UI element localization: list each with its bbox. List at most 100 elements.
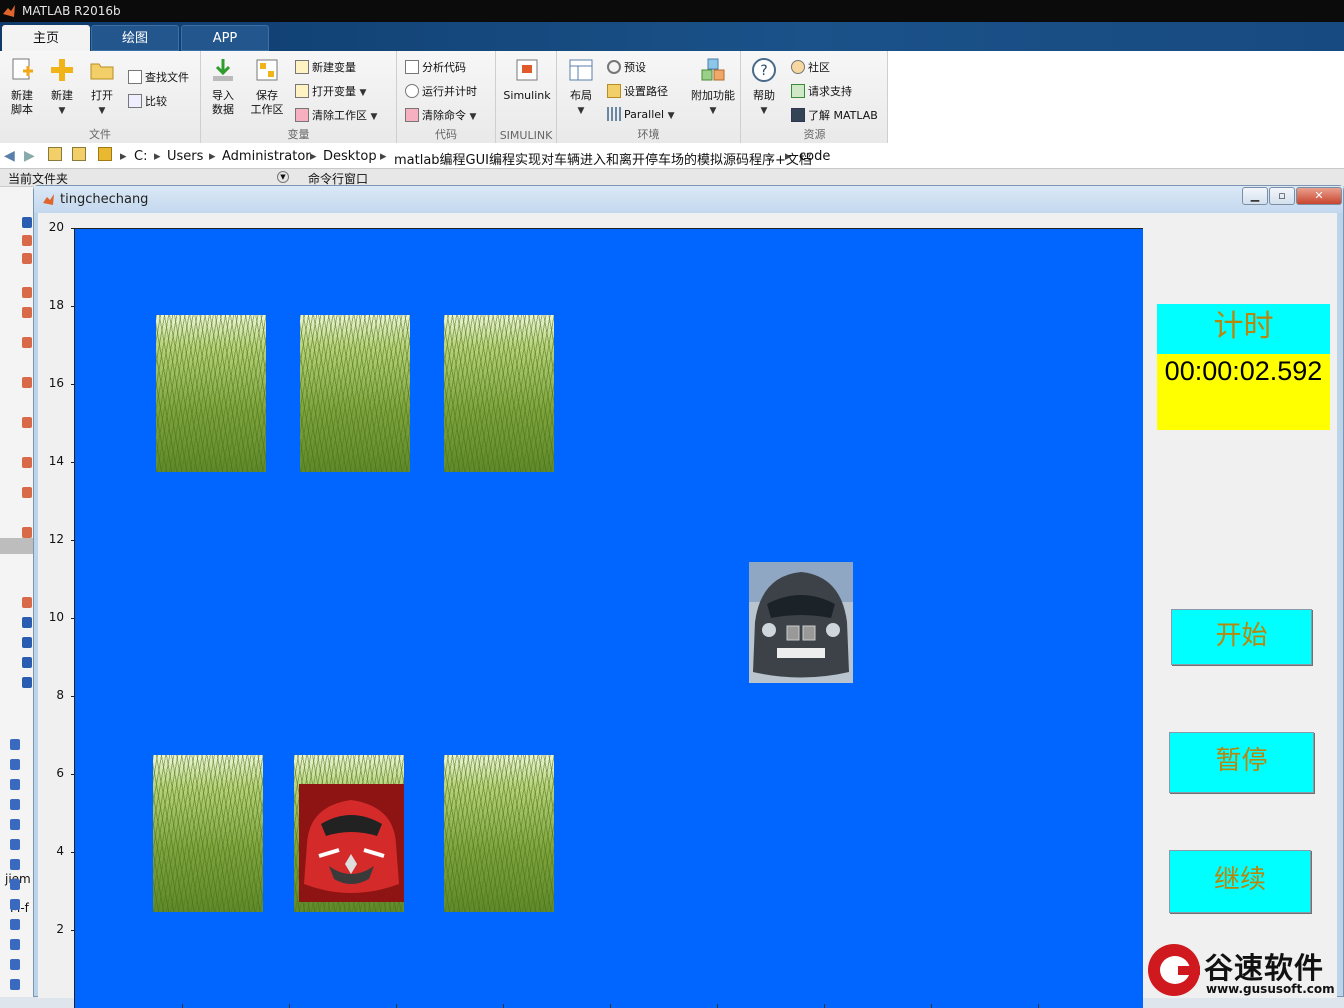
close-button[interactable]: ✕	[1296, 187, 1342, 205]
save-workspace-button[interactable]: 保存 工作区	[245, 57, 289, 117]
figure-window: tingchechang ▁ ▫ ✕ 20 18 16 14 12 10 8 6 4 2	[33, 185, 1344, 1008]
section-environment-label: 环境	[637, 128, 660, 141]
compare-button[interactable]: 比较	[128, 93, 167, 109]
function-icon[interactable]	[10, 739, 20, 750]
community-button[interactable]: 社区	[791, 59, 830, 75]
run-and-time-button[interactable]: 运行并计时	[405, 83, 477, 99]
figure-title-bar[interactable]: tingchechang ▁ ▫ ✕	[34, 186, 1343, 213]
figure-title: tingchechang	[60, 192, 149, 207]
function-icon[interactable]	[10, 819, 20, 830]
timer-label: 计时	[1157, 304, 1330, 354]
x-tick-mark	[610, 1004, 611, 1008]
new-variable-button[interactable]: 新建变量	[295, 59, 356, 75]
crumb-sep-icon: ▸	[209, 149, 216, 164]
file-icon[interactable]	[22, 597, 32, 608]
watermark: 谷速软件 www.gususoft.com	[1144, 942, 1344, 997]
function-icon[interactable]	[10, 859, 20, 870]
file-icon[interactable]	[22, 337, 32, 348]
file-icon[interactable]	[22, 657, 32, 668]
import-data-button[interactable]: 导入 数据	[205, 57, 241, 117]
file-icon[interactable]	[22, 307, 32, 318]
new-button[interactable]: 新建 ▼	[44, 57, 80, 118]
file-icon[interactable]	[22, 677, 32, 688]
ribbon-tabs: 主页 绘图 APP	[0, 22, 1344, 51]
file-icon[interactable]	[22, 617, 32, 628]
x-tick-mark	[503, 1004, 504, 1008]
analyze-code-button[interactable]: 分析代码	[405, 59, 466, 75]
function-icon[interactable]	[10, 779, 20, 790]
function-icon[interactable]	[10, 899, 20, 910]
selected-file-row[interactable]	[0, 538, 34, 554]
crumb-users[interactable]: Users	[167, 149, 203, 164]
tab-apps[interactable]: APP	[181, 25, 269, 51]
layout-button[interactable]: 布局 ▼	[563, 57, 599, 118]
pause-button[interactable]: 暂停	[1169, 732, 1314, 793]
function-icon[interactable]	[10, 919, 20, 930]
maximize-button[interactable]: ▫	[1269, 187, 1295, 205]
find-files-button[interactable]: 查找文件	[128, 69, 189, 85]
file-icon[interactable]	[22, 253, 32, 264]
function-icon[interactable]	[10, 879, 20, 890]
parking-space-image	[156, 315, 266, 472]
function-icon[interactable]	[10, 759, 20, 770]
file-icon[interactable]	[22, 527, 32, 538]
file-icon[interactable]	[22, 287, 32, 298]
x-tick-mark	[1038, 1004, 1039, 1008]
browse-folder-icon[interactable]	[72, 147, 86, 161]
crumb-project-folder[interactable]: matlab编程GUI编程实现对车辆进入和离开停车场的模拟源码程序+文档	[394, 149, 812, 168]
request-support-button[interactable]: 请求支持	[791, 83, 852, 99]
minimize-button[interactable]: ▁	[1242, 187, 1268, 205]
tab-home[interactable]: 主页	[2, 25, 90, 51]
preferences-button[interactable]: 预设	[607, 59, 646, 75]
tab-plots[interactable]: 绘图	[91, 25, 179, 51]
file-icon[interactable]	[22, 457, 32, 468]
parallel-icon	[607, 107, 621, 121]
panel-menu-icon[interactable]: ▼	[277, 171, 289, 183]
set-path-button[interactable]: 设置路径	[607, 83, 668, 99]
open-variable-button[interactable]: 打开变量 ▼	[295, 83, 366, 99]
clear-commands-button[interactable]: 清除命令 ▼	[405, 107, 476, 123]
open-button[interactable]: 打开 ▼	[84, 57, 120, 118]
current-folder-panel: jiem M-f	[0, 187, 34, 997]
crumb-code[interactable]: code	[799, 149, 830, 164]
parking-space-image	[444, 315, 554, 472]
learn-matlab-button[interactable]: 了解 MATLAB	[791, 107, 878, 123]
file-icon[interactable]	[22, 637, 32, 648]
start-button[interactable]: 开始	[1171, 609, 1312, 665]
app-title: MATLAB R2016b	[22, 4, 121, 18]
function-icon[interactable]	[10, 979, 20, 990]
y-tick-label: 20	[48, 220, 64, 234]
addons-button[interactable]: 附加功能 ▼	[687, 57, 739, 118]
parallel-button[interactable]: Parallel ▼	[607, 107, 675, 121]
crumb-desktop[interactable]: Desktop	[323, 149, 377, 164]
file-icon[interactable]	[22, 377, 32, 388]
function-icon[interactable]	[10, 799, 20, 810]
y-tick-label: 10	[48, 610, 64, 624]
simulink-button[interactable]: Simulink	[500, 57, 554, 103]
crumb-drive[interactable]: C:	[134, 149, 147, 164]
simulink-icon	[516, 59, 538, 81]
up-folder-icon[interactable]	[48, 147, 62, 161]
section-resources: ? 帮助 ▼ 社区 请求支持 了解 MATLAB 资源	[741, 51, 888, 143]
support-icon	[791, 84, 805, 98]
function-icon[interactable]	[10, 839, 20, 850]
x-tick-mark	[931, 1004, 932, 1008]
new-script-button[interactable]: 新建 脚本	[4, 57, 40, 117]
file-icon[interactable]	[22, 487, 32, 498]
forward-arrow-icon[interactable]: ▶	[24, 148, 35, 164]
back-arrow-icon[interactable]: ◀	[4, 148, 15, 164]
file-icon[interactable]	[22, 235, 32, 246]
root-folder-icon[interactable]	[98, 147, 112, 161]
x-tick-mark	[396, 1004, 397, 1008]
file-icon[interactable]	[22, 217, 32, 228]
help-button[interactable]: ? 帮助 ▼	[747, 57, 781, 118]
section-file: 新建 脚本 新建 ▼ 打开 ▼ 查找文件 比较 文件	[0, 51, 201, 143]
resume-button[interactable]: 继续	[1169, 850, 1311, 913]
crumb-administrator[interactable]: Administrator	[222, 149, 311, 164]
parking-space-image	[153, 755, 263, 912]
function-icon[interactable]	[10, 959, 20, 970]
import-icon	[213, 59, 233, 81]
file-icon[interactable]	[22, 417, 32, 428]
function-icon[interactable]	[10, 939, 20, 950]
clear-workspace-button[interactable]: 清除工作区 ▼	[295, 107, 377, 123]
